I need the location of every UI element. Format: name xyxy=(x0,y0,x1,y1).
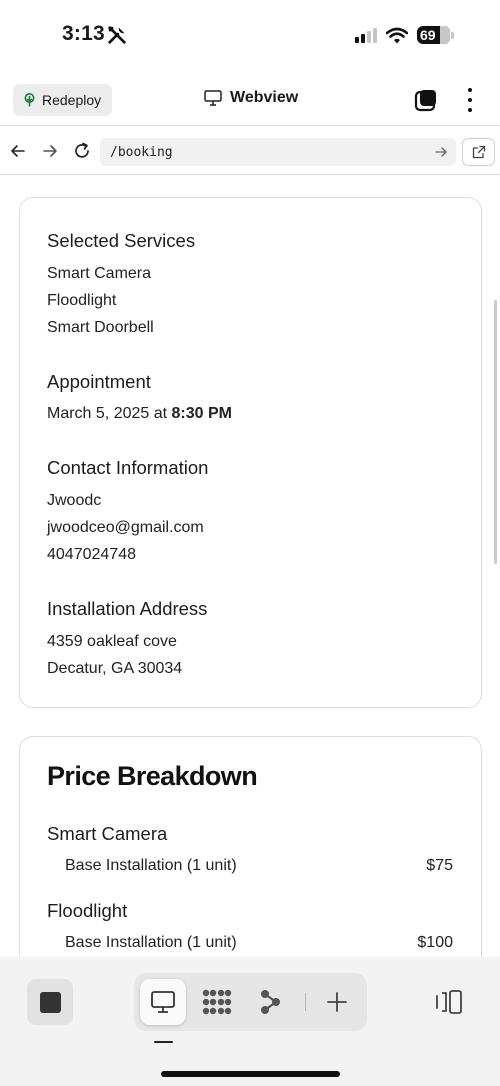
contact-email: jwoodceo@gmail.com xyxy=(47,519,204,536)
address-line: Decatur, GA 30034 xyxy=(47,660,183,677)
battery-level: 69 xyxy=(420,27,436,43)
page-title: Webview xyxy=(204,89,298,107)
stop-icon xyxy=(39,991,61,1013)
app-header: Redeploy Webview xyxy=(0,80,500,126)
service-item: Floodlight xyxy=(47,292,117,309)
battery-tip xyxy=(451,31,454,39)
stop-button[interactable] xyxy=(27,979,73,1025)
price-group-title: Floodlight xyxy=(47,900,128,921)
price-line-label: Base Installation (1 unit) xyxy=(65,857,237,874)
add-button[interactable] xyxy=(314,979,360,1025)
contact-phone: 4047024748 xyxy=(47,546,136,563)
arrow-left-icon[interactable] xyxy=(8,141,28,161)
graph-nodes-icon xyxy=(261,990,280,1014)
price-line-item: Base Installation (1 unit) $75 xyxy=(65,857,453,875)
appointment-datetime: March 5, 2025 at 8:30 PM xyxy=(47,405,232,423)
status-time: 3:13 xyxy=(62,22,105,45)
price-breakdown-card: Price Breakdown Smart Camera Base Instal… xyxy=(19,736,482,957)
side-panel-icon[interactable] xyxy=(434,988,464,1016)
tools-icon xyxy=(108,26,126,44)
url-bar: /booking xyxy=(0,129,500,175)
price-group-title: Smart Camera xyxy=(47,823,168,844)
url-text: /booking xyxy=(110,144,173,160)
preview-view-button[interactable] xyxy=(140,979,186,1025)
graph-view-button[interactable] xyxy=(248,979,294,1025)
appointment-date: March 5, 2025 at xyxy=(47,405,172,422)
appointment-title: Appointment xyxy=(47,371,151,392)
contact-title: Contact Information xyxy=(47,457,209,478)
contact-name: Jwoodc xyxy=(47,492,102,509)
more-vertical-icon[interactable] xyxy=(466,88,474,112)
service-item: Smart Doorbell xyxy=(47,319,154,336)
open-external-button[interactable] xyxy=(462,138,495,166)
battery-icon: 69 xyxy=(417,26,450,44)
address-title: Installation Address xyxy=(47,598,208,619)
price-line-label: Base Installation (1 unit) xyxy=(65,934,237,951)
booking-summary-card: Selected Services Smart Camera Floodligh… xyxy=(19,197,482,708)
status-indicators: 69 xyxy=(355,26,454,44)
price-line-item: Base Installation (1 unit) $100 xyxy=(65,934,453,952)
sprout-icon xyxy=(24,93,35,107)
url-input[interactable]: /booking xyxy=(100,138,456,166)
address-line: 4359 oakleaf cove xyxy=(47,633,177,650)
webview-content[interactable]: Selected Services Smart Camera Floodligh… xyxy=(0,175,500,957)
status-bar: 3:13 69 xyxy=(0,0,500,76)
active-tab-indicator xyxy=(154,1041,173,1043)
plus-icon xyxy=(327,992,347,1012)
price-breakdown-title: Price Breakdown xyxy=(47,761,258,791)
monitor-icon xyxy=(204,90,222,106)
redeploy-label: Redeploy xyxy=(42,92,102,108)
go-arrow-icon[interactable] xyxy=(434,145,448,159)
home-indicator xyxy=(161,1071,340,1077)
view-switcher xyxy=(134,973,367,1031)
bottom-toolbar xyxy=(0,957,500,1086)
monitor-icon xyxy=(151,991,175,1013)
service-item: Smart Camera xyxy=(47,265,152,282)
appointment-time: 8:30 PM xyxy=(171,405,232,422)
redeploy-button[interactable]: Redeploy xyxy=(13,84,113,116)
toolbar-divider xyxy=(305,993,306,1011)
price-line-amount: $75 xyxy=(426,857,453,874)
services-title: Selected Services xyxy=(47,230,196,251)
page-title-text: Webview xyxy=(230,89,299,106)
dots-grid-icon xyxy=(202,989,232,1015)
vertical-scrollbar[interactable] xyxy=(494,300,497,564)
grid-view-button[interactable] xyxy=(194,979,240,1025)
reload-icon[interactable] xyxy=(72,141,92,161)
tabs-icon[interactable] xyxy=(414,88,438,112)
wifi-icon xyxy=(386,27,408,43)
arrow-right-icon[interactable] xyxy=(40,141,60,161)
cellular-signal-icon xyxy=(355,27,377,43)
external-link-icon xyxy=(472,145,485,159)
price-line-amount: $100 xyxy=(417,934,453,951)
